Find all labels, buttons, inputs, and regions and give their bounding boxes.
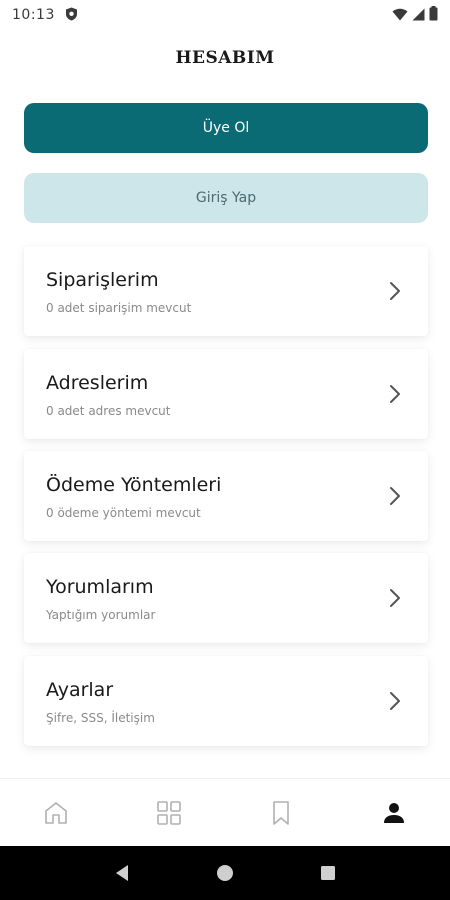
wifi-icon (392, 6, 408, 25)
menu-item-title: Yorumlarım (46, 576, 154, 598)
nav-account-button[interactable] (364, 788, 424, 838)
status-bar: 10:13 (0, 0, 450, 30)
system-recents-button[interactable] (308, 853, 348, 893)
nav-home-button[interactable] (26, 788, 86, 838)
back-triangle-icon (115, 865, 128, 881)
login-button[interactable]: Giriş Yap (24, 173, 428, 223)
chevron-right-icon (390, 692, 400, 710)
nav-favorites-button[interactable] (251, 788, 311, 838)
shield-icon (65, 6, 78, 25)
menu-item-subtitle: 0 adet adres mevcut (46, 404, 171, 418)
page-title: HESABIM (175, 48, 275, 68)
menu-item-subtitle: 0 adet siparişim mevcut (46, 301, 192, 315)
menu-item-reviews[interactable]: Yorumlarım Yaptığım yorumlar (24, 553, 428, 643)
menu-item-title: Ödeme Yöntemleri (46, 474, 222, 496)
system-back-button[interactable] (102, 853, 142, 893)
system-home-button[interactable] (205, 853, 245, 893)
menu-item-title: Ayarlar (46, 679, 114, 701)
chevron-right-icon (390, 282, 400, 300)
system-nav-bar (0, 846, 450, 900)
menu-item-settings[interactable]: Ayarlar Şifre, SSS, İletişim (24, 656, 428, 746)
bottom-nav (0, 778, 450, 846)
chevron-right-icon (390, 487, 400, 505)
bookmark-icon (273, 800, 290, 825)
grid-icon (156, 800, 181, 825)
chevron-right-icon (390, 589, 400, 607)
register-button[interactable]: Üye Ol (24, 103, 428, 153)
menu-item-orders[interactable]: Siparişlerim 0 adet siparişim mevcut (24, 246, 428, 336)
home-circle-icon (216, 865, 233, 881)
menu-item-title: Adreslerim (46, 372, 149, 394)
menu-item-subtitle: Yaptığım yorumlar (46, 608, 156, 622)
nav-categories-button[interactable] (139, 788, 199, 838)
menu-item-addresses[interactable]: Adreslerim 0 adet adres mevcut (24, 349, 428, 439)
battery-icon (429, 5, 438, 25)
status-right (392, 5, 438, 25)
person-icon (383, 802, 404, 823)
chevron-right-icon (390, 385, 400, 403)
menu-item-subtitle: Şifre, SSS, İletişim (46, 711, 155, 725)
signal-icon (412, 6, 425, 25)
menu-item-subtitle: 0 ödeme yöntemi mevcut (46, 506, 201, 520)
home-icon (45, 801, 68, 824)
menu-item-payment-methods[interactable]: Ödeme Yöntemleri 0 ödeme yöntemi mevcut (24, 451, 428, 541)
status-left: 10:13 (12, 6, 78, 25)
menu-item-title: Siparişlerim (46, 269, 159, 291)
recents-square-icon (321, 866, 336, 880)
status-time: 10:13 (12, 7, 55, 23)
